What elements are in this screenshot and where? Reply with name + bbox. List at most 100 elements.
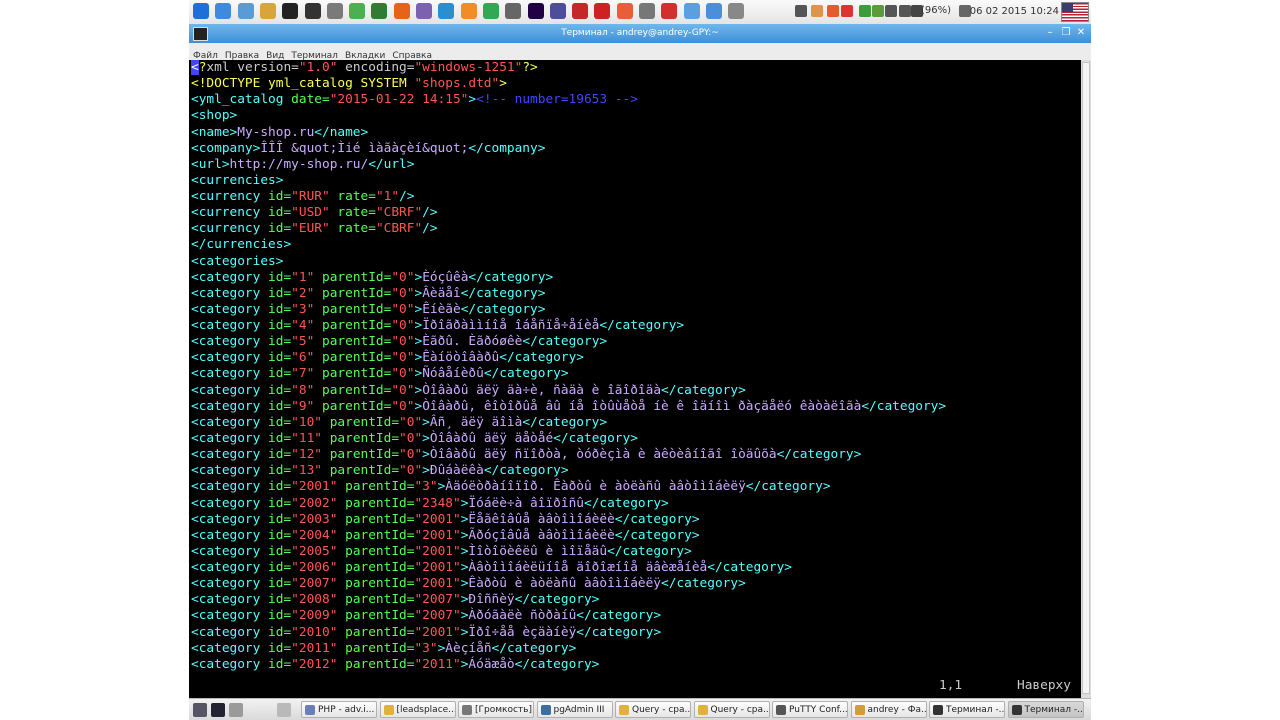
record-icon[interactable]	[616, 3, 633, 19]
settings-icon[interactable]	[728, 3, 745, 19]
taskbar-item[interactable]: Терминал -...	[929, 701, 1005, 718]
grid-icon[interactable]	[505, 3, 522, 19]
compass-icon[interactable]	[639, 3, 655, 19]
terminal-line: <category id="2006" parentId="2001">Àâòî…	[191, 560, 792, 576]
terminal-line: <name>My-shop.ru</name>	[191, 124, 369, 140]
play-icon[interactable]	[349, 3, 366, 19]
terminal-line: <category id="3" parentId="0">Êíèãè</cat…	[191, 301, 546, 317]
network-icon[interactable]	[885, 5, 897, 17]
taskbar-item-label: Терминал -...	[946, 705, 1005, 715]
maximize-icon[interactable]: ❐	[1059, 26, 1073, 40]
taskbar-item-label: Терминал -...	[1024, 705, 1084, 715]
taskbar-item[interactable]: Терминал -...	[1007, 701, 1084, 718]
shield-icon[interactable]	[827, 5, 839, 17]
terminal-line: <category id="2007" parentId="2001">Êàðò…	[191, 576, 746, 592]
terminal-line: <category id="2005" parentId="2001">Ìîòî…	[191, 543, 692, 559]
php-icon	[305, 705, 315, 715]
taskbar-item[interactable]: Query - сра...	[615, 701, 691, 718]
taskbar-item[interactable]: pgAdmin III	[536, 701, 613, 718]
terminal-line: <category id="2011" parentId="3">Àèçíåñ<…	[191, 640, 577, 656]
volume-icon[interactable]	[899, 5, 911, 17]
taskbar-item[interactable]: andrey - Фа...	[850, 701, 927, 718]
window-title: Терминал - andrey@andrey-GPY:~	[561, 28, 719, 38]
bug-icon[interactable]	[416, 3, 432, 19]
spreadsheet-icon[interactable]	[482, 3, 499, 19]
terminal-line: <category id="2010" parentId="2001">Ïðî÷…	[191, 624, 662, 640]
home-icon	[854, 705, 865, 715]
show-desktop-icon[interactable]	[193, 703, 207, 717]
terminal-line: <yml_catalog date="2015-01-22 14:15"><!-…	[191, 92, 638, 108]
globe-icon[interactable]	[237, 3, 254, 19]
terminal-icon	[1011, 705, 1022, 715]
terminal-line: <category id="2" parentId="0">Âèäåî</cat…	[191, 285, 546, 301]
opera-icon[interactable]	[594, 3, 611, 19]
folder-icon	[383, 705, 394, 715]
taskbar-item[interactable]: PuTTY Conf...	[772, 701, 848, 718]
taskbar-item-label: pgAdmin III	[553, 705, 605, 715]
taskbar-item[interactable]: PHP - adv.i...	[301, 701, 377, 718]
window-titlebar[interactable]: Терминал - andrey@andrey-GPY:~ – ❐ ✕	[189, 24, 1091, 43]
top-panel: (96%) 06 02 2015 10:24	[189, 0, 1091, 25]
terminal-line: <category id="5" parentId="0">Èãðû. Èãðó…	[191, 334, 608, 350]
terminal-line: <category id="6" parentId="0">Êàíöòîâàðû…	[191, 350, 584, 366]
query-icon	[697, 705, 708, 715]
files-icon[interactable]	[215, 3, 232, 19]
close-icon[interactable]: ✕	[1074, 26, 1088, 40]
terminal-line: <!DOCTYPE yml_catalog SYSTEM "shops.dtd"…	[191, 76, 507, 92]
paint-icon[interactable]	[460, 3, 477, 19]
taskbar-item[interactable]: Query - сра...	[693, 701, 770, 718]
leaf-icon[interactable]	[371, 3, 388, 19]
minimize-icon[interactable]: –	[1043, 26, 1057, 40]
taskbar-item-label: [leadsplace...	[396, 705, 456, 715]
bluetooth-icon[interactable]	[795, 5, 807, 17]
stop-icon[interactable]	[661, 3, 678, 19]
taskbar: PHP - adv.i... [leadsplace... [Громкость] p…	[189, 698, 1091, 720]
gimp-icon[interactable]	[259, 3, 276, 19]
mail-icon[interactable]	[705, 3, 722, 19]
calendar-icon[interactable]	[841, 5, 853, 17]
taskbar-item-label: [Громкость]	[475, 705, 532, 715]
apps-icon[interactable]	[229, 703, 243, 717]
scroll-position: Наверху	[1017, 678, 1071, 693]
monitor-icon[interactable]	[527, 3, 544, 19]
terminal-line: <category id="1" parentId="0">Èóçûêà</ca…	[191, 269, 554, 285]
update-icon[interactable]	[872, 5, 884, 17]
circle-icon[interactable]	[549, 3, 566, 19]
terminal-line: <category id="12" parentId="0">Òîâàðû äë…	[191, 447, 862, 463]
puzzle-icon[interactable]	[282, 3, 299, 19]
terminal-line: <currency id="RUR" rate="1"/>	[191, 189, 415, 205]
taskbar-item[interactable]: [Громкость]	[458, 701, 534, 718]
terminal-line: <company>ÎÎÎ &quot;Ìié ìàãàçèí&quot;</co…	[191, 140, 546, 156]
terminal-line: <currencies>	[191, 172, 284, 188]
start-menu-icon[interactable]	[193, 3, 209, 19]
window-list-icon[interactable]	[277, 703, 291, 717]
terminal-line: <category id="2002" parentId="2348">Ïóáë…	[191, 495, 669, 511]
firefox-icon[interactable]	[393, 3, 410, 19]
terminal-line: <url>http://my-shop.ru/</url>	[191, 156, 415, 172]
terminal-line: <?xml version="1.0" encoding="windows-12…	[191, 60, 538, 75]
filezilla-icon[interactable]	[572, 3, 589, 19]
scrollbar[interactable]	[1081, 60, 1091, 698]
chat-icon[interactable]	[683, 3, 700, 19]
clock[interactable]: 06 02 2015 10:24	[970, 0, 1059, 24]
workspace-icon[interactable]	[211, 703, 225, 717]
terminal-line: <category id="13" parentId="0">Ðûáàëêà</…	[191, 463, 569, 479]
putty-icon	[776, 705, 786, 715]
terminal-line: <category id="9" parentId="0">Òîâàðû, êî…	[191, 398, 947, 414]
terminal-line: </currencies>	[191, 237, 292, 253]
taskbar-item-label: andrey - Фа...	[867, 705, 927, 715]
battery-label: (96%)	[921, 5, 952, 16]
pencil-icon[interactable]	[326, 3, 343, 19]
desktop: (96%) 06 02 2015 10:24 Терминал - andrey…	[189, 0, 1091, 720]
scrollbar-thumb[interactable]	[1082, 62, 1090, 694]
taskbar-item[interactable]: [leadsplace...	[379, 701, 456, 718]
terminal-output[interactable]: <?xml version="1.0" encoding="windows-12…	[189, 60, 1081, 698]
image-icon[interactable]	[438, 3, 455, 19]
clipboard-icon[interactable]	[811, 5, 823, 17]
query-icon	[619, 705, 629, 715]
terminal-line: <shop>	[191, 108, 238, 124]
terminal-icon[interactable]	[304, 3, 321, 19]
us-flag-icon[interactable]	[1061, 2, 1089, 22]
download-icon[interactable]	[859, 5, 871, 17]
terminal-line: <categories>	[191, 253, 284, 269]
